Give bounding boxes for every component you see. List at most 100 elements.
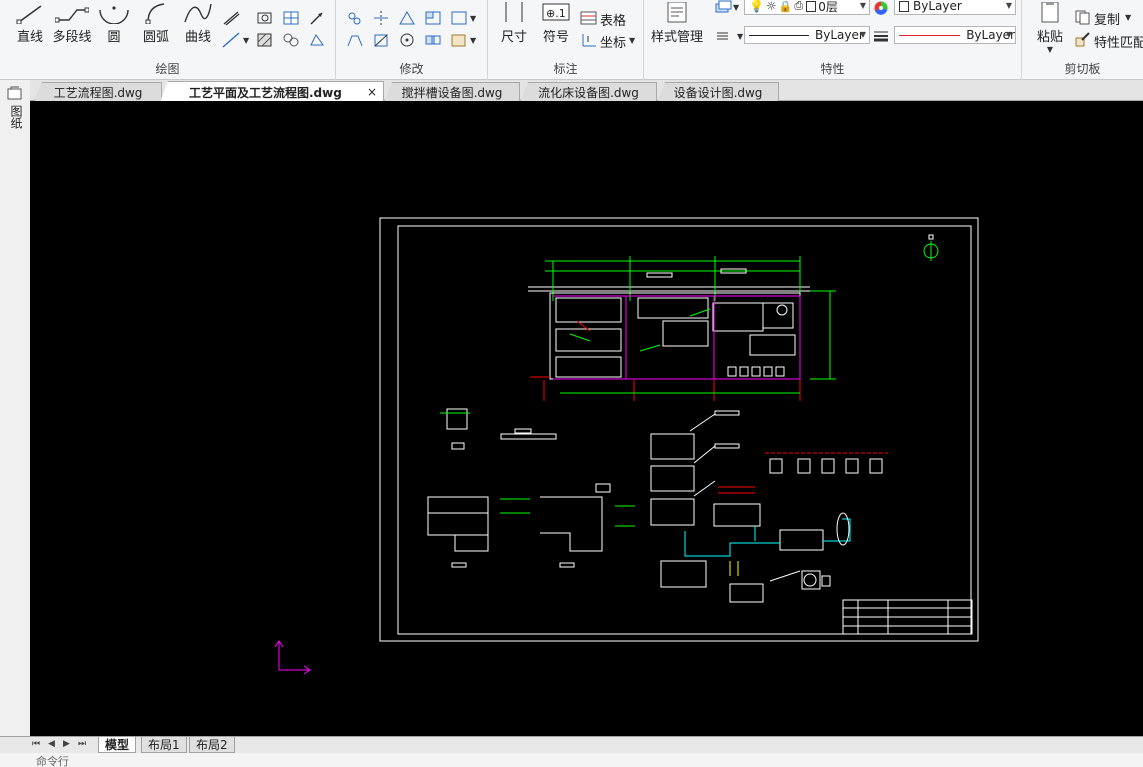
layer-properties-dropdown-icon[interactable]: ▼	[733, 3, 739, 12]
arc-button[interactable]: 圆弧	[138, 0, 174, 45]
document-tab-3[interactable]: 搅拌槽设备图.dwg	[384, 82, 520, 101]
array-icon[interactable]	[424, 10, 442, 26]
hatch-icon[interactable]	[256, 32, 274, 48]
layer-color-swatch-icon	[806, 0, 817, 12]
copy-object-icon[interactable]	[346, 10, 364, 26]
annotate-panel: 尺寸 ⊕.1 符号 表格 坐标 ▼ 标注	[488, 0, 644, 80]
pointer-icon[interactable]	[308, 10, 326, 26]
document-tab-2[interactable]: 工艺平面及工艺流程图.dwg ×	[160, 81, 384, 102]
layer-select-arrow-icon: ▼	[859, 1, 866, 10]
left-side-panel: 图纸	[0, 80, 30, 737]
rotate-icon[interactable]	[398, 32, 416, 48]
layer-select[interactable]: 💡 ☼ 🔒 ⎙ 0层 ▼	[744, 0, 870, 15]
list-dropdown-icon[interactable]: ▼	[737, 32, 743, 41]
circle-button[interactable]: 圆	[96, 0, 132, 45]
svg-text:⊕.1: ⊕.1	[546, 7, 566, 20]
lineweight-sample-icon	[899, 34, 961, 36]
dimension-button[interactable]: 尺寸	[496, 0, 532, 45]
list-icon[interactable]	[714, 28, 732, 44]
layout-tab-layout2[interactable]: 布局2	[189, 737, 235, 753]
polyline-icon	[55, 0, 89, 24]
paste-button[interactable]: 粘贴 ▼	[1030, 0, 1070, 54]
sheet-outer-border	[379, 217, 979, 642]
match-properties-icon[interactable]	[1074, 32, 1092, 48]
color-select-arrow-icon: ▼	[1005, 1, 1012, 10]
last-layout-icon[interactable]: ⏭	[78, 739, 86, 749]
clipboard-panel: 粘贴 ▼ 复制 ▼ 特性匹配 剪切板	[1022, 0, 1143, 80]
layout-tab-layout1-label: 布局1	[148, 738, 180, 752]
copy-icon[interactable]	[1074, 9, 1092, 25]
document-tab-5[interactable]: 设备设计图.dwg	[657, 82, 779, 101]
explode-dropdown-icon[interactable]: ▼	[470, 36, 476, 45]
scale-icon[interactable]	[372, 32, 390, 48]
offset-dropdown-icon[interactable]: ▼	[470, 14, 476, 23]
table-icon[interactable]	[580, 10, 598, 26]
join-icon[interactable]	[424, 32, 442, 48]
lineweight-icon[interactable]	[872, 28, 890, 44]
properties-panel: 样式管理 ▼ 💡 ☼ 🔒 ⎙ 0层 ▼ ByLayer ▼ ▼ ByLayer …	[644, 0, 1022, 80]
dimension-label: 尺寸	[500, 30, 527, 45]
north-arrow-icon	[923, 234, 939, 261]
xline-icon[interactable]	[222, 32, 240, 48]
circle-label: 圆	[107, 30, 121, 45]
table-grid-icon[interactable]	[282, 10, 300, 26]
lineweight-select[interactable]: ByLayer ▼	[894, 26, 1016, 44]
layout-tab-model[interactable]: 模型	[98, 737, 137, 753]
drawing-canvas-svg	[274, 217, 979, 675]
copy-label[interactable]: 复制	[1094, 9, 1120, 28]
tank-section-2	[540, 483, 635, 568]
paste-icon	[1037, 0, 1063, 24]
symbol-label: 符号	[542, 30, 569, 45]
linetype-sample-icon	[749, 34, 809, 36]
document-tab-4-label: 流化床设备图.dwg	[538, 85, 639, 100]
copy-dropdown-icon[interactable]: ▼	[1125, 13, 1131, 22]
offset-icon[interactable]	[450, 10, 468, 26]
trim-icon[interactable]	[398, 10, 416, 26]
drawing-canvas[interactable]	[30, 101, 1143, 737]
rectangle-icon[interactable]	[256, 10, 274, 26]
document-tab-1[interactable]: 工艺流程图.dwg	[34, 82, 162, 101]
mirror-icon[interactable]	[372, 10, 390, 26]
next-layout-icon[interactable]: ▶	[63, 739, 70, 749]
printer-icon: ⎙	[794, 0, 804, 12]
line-button[interactable]: 直线	[10, 0, 50, 45]
color-wheel-icon[interactable]	[872, 0, 890, 16]
coordinate-icon[interactable]	[580, 32, 598, 48]
ucs-icon	[274, 640, 311, 675]
match-properties-label[interactable]: 特性匹配	[1094, 32, 1143, 51]
xline-dropdown-icon[interactable]: ▼	[243, 36, 249, 45]
table-label[interactable]: 表格	[600, 10, 626, 29]
ray-icon[interactable]	[222, 10, 240, 26]
command-line[interactable]: 命令行	[0, 753, 1143, 767]
drawings-panel-button[interactable]: 图纸	[7, 86, 25, 129]
curve-button[interactable]: 曲线	[180, 0, 216, 45]
sun-icon: ☼	[765, 0, 777, 13]
color-select[interactable]: ByLayer ▼	[894, 0, 1016, 15]
modify-panel-title: 修改	[399, 62, 424, 76]
circle-icon	[98, 0, 130, 24]
stretch-icon[interactable]	[346, 32, 364, 48]
region-icon[interactable]	[282, 32, 300, 48]
polyline-label: 多段线	[52, 30, 92, 45]
symbol-button[interactable]: ⊕.1 符号	[538, 0, 574, 45]
color-swatch-icon	[899, 0, 909, 12]
first-layout-icon[interactable]: ⏮	[32, 739, 40, 749]
layer-properties-icon[interactable]	[714, 0, 732, 16]
prev-layout-icon[interactable]: ◀	[48, 739, 55, 749]
style-manager-button[interactable]: 样式管理	[650, 0, 704, 45]
layout-tab-bar: ⏮ ◀ ▶ ⏭ 模型 布局1 布局2	[0, 736, 1143, 753]
document-tab-4[interactable]: 流化床设备图.dwg	[520, 82, 657, 101]
explode-icon[interactable]	[450, 32, 468, 48]
layout-tab-layout1[interactable]: 布局1	[141, 737, 187, 753]
coordinate-label[interactable]: 坐标	[600, 32, 626, 51]
linetype-select[interactable]: ByLayer ▼	[744, 26, 870, 44]
lineweight-select-arrow-icon: ▼	[1005, 30, 1012, 39]
arc-icon	[144, 0, 168, 24]
wipeout-icon[interactable]	[308, 32, 326, 48]
polyline-button[interactable]: 多段线	[52, 0, 92, 45]
document-tab-5-label: 设备设计图.dwg	[673, 85, 763, 100]
draw-panel: 直线 多段线 圆 圆弧 曲线 ▼ 绘图	[0, 0, 336, 80]
paste-label: 粘贴	[1036, 30, 1063, 45]
close-tab-icon[interactable]: ×	[367, 85, 377, 99]
coordinate-dropdown-icon[interactable]: ▼	[629, 36, 635, 45]
